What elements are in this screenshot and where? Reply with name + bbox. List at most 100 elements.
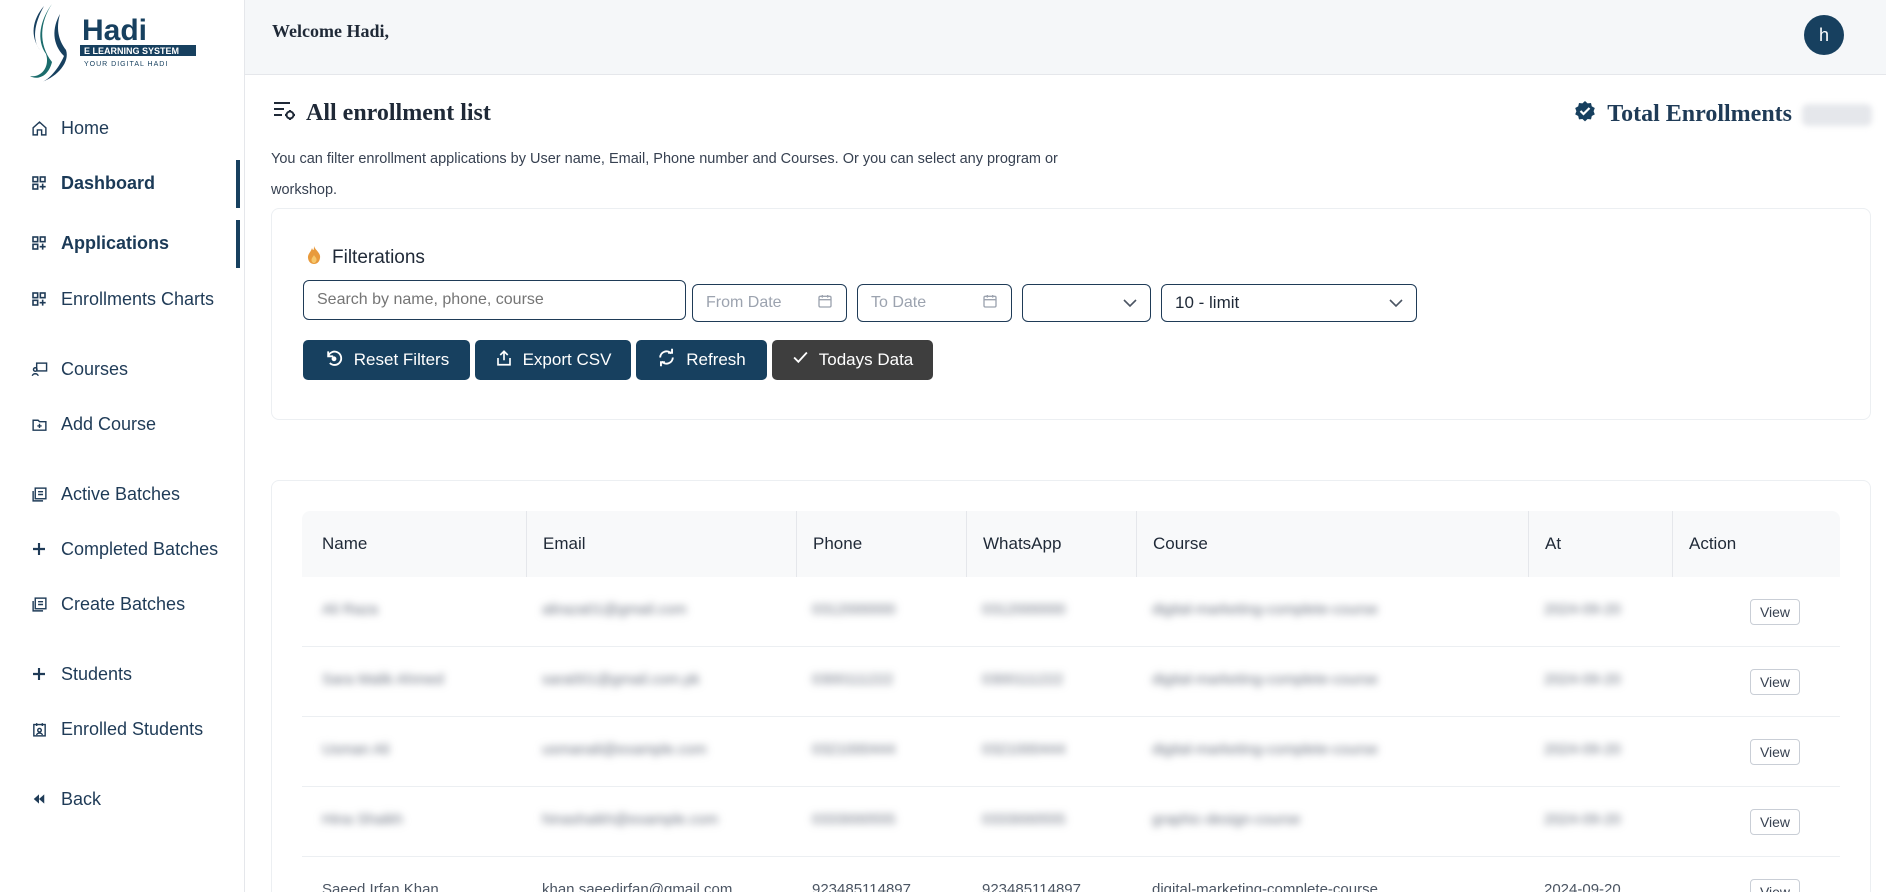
- limit-select[interactable]: 10 - limit: [1161, 284, 1417, 322]
- page-header: All enrollment list: [272, 100, 491, 127]
- view-button[interactable]: View: [1750, 879, 1800, 892]
- export-csv-label: Export CSV: [522, 350, 612, 369]
- grid-plus-icon: [30, 174, 48, 192]
- cell-at: 2024-09-20: [1544, 811, 1621, 828]
- total-enrollments: Total Enrollments: [1573, 100, 1872, 129]
- svg-text:E LEARNING SYSTEM: E LEARNING SYSTEM: [84, 46, 179, 56]
- cell-name: Sara Malik Ahmed: [322, 671, 444, 688]
- sidebar-item-label: Add Course: [61, 413, 157, 434]
- todays-data-button[interactable]: Todays Data: [772, 340, 933, 380]
- view-button[interactable]: View: [1750, 669, 1800, 695]
- folder-plus-icon: [30, 415, 48, 433]
- to-date-field[interactable]: To Date: [857, 284, 1012, 322]
- plus-icon: [30, 540, 48, 558]
- sidebar-item-back[interactable]: Back: [0, 779, 240, 819]
- sidebar-item-label: Enrolled Students: [61, 718, 204, 739]
- cell-name: Hina Shaikh: [322, 811, 403, 828]
- sidebar-item-label: Home: [61, 117, 110, 138]
- cell-whatsapp: 923485114897: [982, 881, 1081, 892]
- avatar[interactable]: h: [1804, 15, 1844, 55]
- table-row: Hina Shaikh hinashaikh@example.com 03330…: [302, 787, 1840, 857]
- cell-email: usmanali@example.com: [542, 741, 707, 758]
- double-chevron-left-icon: [30, 790, 48, 808]
- reset-filters-button[interactable]: Reset Filters: [303, 340, 470, 380]
- check-icon: [792, 349, 809, 371]
- column-action: Action: [1672, 511, 1840, 577]
- filter-settings-icon: [272, 100, 296, 127]
- column-whatsapp: WhatsApp: [966, 511, 1136, 577]
- cell-name: Ali Raza: [322, 601, 378, 618]
- svg-text:Hadi: Hadi: [82, 14, 147, 47]
- book-stack-icon: [30, 485, 48, 503]
- cell-course: digital-marketing-complete-course: [1152, 671, 1378, 688]
- share-export-icon: [495, 349, 513, 372]
- cell-phone: 0300111222: [812, 671, 894, 688]
- reset-filters-label: Reset Filters: [353, 350, 450, 369]
- sidebar-item-active-batches[interactable]: Active Batches: [0, 474, 240, 514]
- filter-title-label: Filterations: [332, 247, 425, 268]
- view-button[interactable]: View: [1750, 739, 1800, 765]
- from-date-placeholder: From Date: [706, 294, 782, 311]
- plus-icon: [30, 665, 48, 683]
- export-csv-button[interactable]: Export CSV: [475, 340, 631, 380]
- cell-phone: 0312000000: [812, 601, 896, 618]
- sidebar-item-label: Dashboard: [61, 172, 156, 193]
- program-select[interactable]: [1022, 284, 1151, 322]
- sidebar-item-add-course[interactable]: Add Course: [0, 404, 240, 444]
- from-date-field[interactable]: From Date: [692, 284, 847, 322]
- cell-phone: 0333000555: [812, 811, 896, 828]
- table-row: Ali Raza aliraza01@gmail.com 0312000000 …: [302, 577, 1840, 647]
- sidebar-item-label: Students: [61, 663, 133, 684]
- cell-at: 2024-09-20: [1544, 741, 1621, 758]
- calendar-icon: [817, 293, 833, 314]
- page-description: You can filter enrollment applications b…: [271, 151, 1058, 198]
- sidebar-item-courses[interactable]: Courses: [0, 349, 240, 389]
- cell-phone: 923485114897: [812, 881, 911, 892]
- cell-at: 2024-09-20: [1544, 881, 1621, 892]
- sidebar-item-completed-batches[interactable]: Completed Batches: [0, 529, 240, 569]
- page-title: All enrollment list: [306, 100, 491, 126]
- grid-plus-icon: [30, 290, 48, 308]
- search-input[interactable]: [303, 280, 686, 320]
- table-row: Sara Malik Ahmed sara001@gmail.com.pk 03…: [302, 647, 1840, 717]
- sidebar-item-home[interactable]: Home: [0, 108, 240, 148]
- cell-whatsapp: 0333000555: [982, 811, 1066, 828]
- sidebar: Hadi E LEARNING SYSTEM YOUR DIGITAL HADI…: [0, 0, 245, 892]
- total-enrollments-label: Total Enrollments: [1607, 101, 1792, 127]
- refresh-icon: [657, 348, 676, 372]
- view-button[interactable]: View: [1750, 599, 1800, 625]
- hadi-logo-icon: Hadi E LEARNING SYSTEM YOUR DIGITAL HADI: [30, 4, 196, 82]
- cell-email: aliraza01@gmail.com: [542, 601, 687, 618]
- svg-text:YOUR DIGITAL HADI: YOUR DIGITAL HADI: [84, 61, 168, 68]
- table-row: Saeed Irfan Khan khan.saeedirfan@gmail.c…: [302, 857, 1840, 892]
- view-button[interactable]: View: [1750, 809, 1800, 835]
- chevron-down-icon: [1389, 293, 1403, 313]
- home-icon: [30, 119, 48, 137]
- chevron-down-icon: [1123, 293, 1137, 313]
- user-calendar-icon: [30, 720, 48, 738]
- sidebar-item-applications[interactable]: Applications: [0, 220, 240, 268]
- top-header: Welcome Hadi, h: [245, 0, 1886, 75]
- cell-course: graphic-design-course: [1152, 811, 1301, 828]
- refresh-button[interactable]: Refresh: [636, 340, 767, 380]
- sidebar-item-create-batches[interactable]: Create Batches: [0, 584, 240, 624]
- column-email: Email: [526, 511, 796, 577]
- cell-whatsapp: 0312000000: [982, 601, 1066, 618]
- sidebar-item-students[interactable]: Students: [0, 654, 240, 694]
- sidebar-item-label: Create Batches: [61, 593, 186, 614]
- filter-card: Filterations From Date To Date 10 - limi…: [271, 208, 1871, 420]
- reset-icon: [324, 348, 344, 373]
- cell-email: sara001@gmail.com.pk: [542, 671, 700, 688]
- to-date-placeholder: To Date: [871, 294, 927, 311]
- table-header: Name Email Phone WhatsApp Course At Acti…: [302, 511, 1840, 577]
- sidebar-item-enrolled-students[interactable]: Enrolled Students: [0, 709, 240, 749]
- refresh-label: Refresh: [686, 350, 746, 369]
- cell-whatsapp: 0300111222: [982, 671, 1064, 688]
- teacher-board-icon: [30, 360, 48, 378]
- enrollments-table-card: Name Email Phone WhatsApp Course At Acti…: [271, 480, 1871, 892]
- cell-course: digital-marketing-complete-course: [1152, 601, 1378, 618]
- brand-logo[interactable]: Hadi E LEARNING SYSTEM YOUR DIGITAL HADI: [22, 0, 222, 84]
- column-name: Name: [322, 534, 368, 553]
- sidebar-item-dashboard[interactable]: Dashboard: [0, 160, 240, 208]
- sidebar-item-enrollments-charts[interactable]: Enrollments Charts: [0, 279, 240, 319]
